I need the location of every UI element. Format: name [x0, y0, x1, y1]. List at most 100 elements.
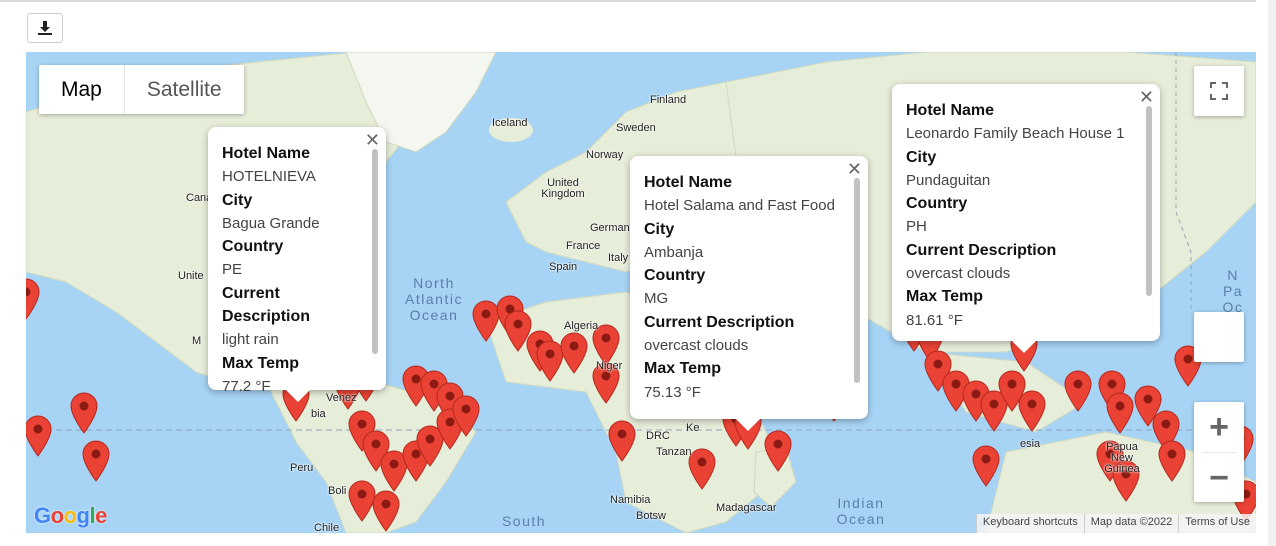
label-germany: German: [590, 222, 630, 234]
info-window-3: ✕ Hotel Name Leonardo Family Beach House…: [892, 84, 1160, 353]
label-namibia: Namibia: [610, 494, 651, 506]
label-algeria: Algeria: [564, 320, 599, 332]
hotel-name-label: Hotel Name: [222, 145, 311, 162]
hotel-name-value: Leonardo Family Beach House 1: [906, 125, 1125, 143]
ocean-pacific: N Pa Oc: [1222, 267, 1244, 315]
description-label: Current Description: [644, 313, 795, 331]
label-colombia: bia: [311, 408, 326, 420]
label-niger: Niger: [596, 360, 623, 372]
fullscreen-button[interactable]: [1194, 66, 1244, 116]
country-value: MG: [644, 290, 669, 308]
max-temp-label: Max Temp: [644, 360, 722, 378]
max-temp-value: 75.13 °F: [644, 383, 701, 401]
map-marker-pin[interactable]: [26, 415, 52, 457]
label-mexico: M: [192, 335, 202, 347]
label-botswana: Botsw: [636, 510, 666, 522]
popup-scrollbar[interactable]: [1146, 106, 1152, 296]
map-marker-pin[interactable]: [608, 420, 636, 462]
label-finland: Finland: [650, 94, 687, 106]
city-value: Ambanja: [644, 243, 704, 261]
terms-of-use-link[interactable]: Terms of Use: [1178, 514, 1256, 533]
city-value: Bagua Grande: [222, 214, 320, 232]
download-button[interactable]: [27, 13, 63, 43]
popup-tail: [286, 390, 310, 402]
country-label: Country: [644, 267, 706, 285]
country-label: Country: [906, 195, 968, 213]
map-marker-pin[interactable]: [348, 480, 376, 522]
map-marker-pin[interactable]: [372, 490, 400, 532]
label-uk: United Kingdom: [541, 177, 585, 200]
google-logo[interactable]: Google: [34, 503, 107, 529]
map-canvas[interactable]: Finland Iceland Sweden Norway United Kin…: [26, 52, 1256, 533]
label-bolivia: Boli: [328, 485, 347, 497]
city-value: Pundaguitan: [906, 171, 991, 189]
map-type-satellite-button[interactable]: Satellite: [125, 65, 244, 114]
map-marker-pin[interactable]: [82, 440, 110, 482]
description-value: overcast clouds: [644, 337, 749, 355]
label-peru: Peru: [290, 462, 314, 474]
keyboard-shortcuts-link[interactable]: Keyboard shortcuts: [975, 514, 1084, 533]
label-indonesia: esia: [1020, 438, 1041, 450]
max-temp-label: Max Temp: [906, 288, 984, 306]
fullscreen-icon: [1210, 82, 1228, 100]
ocean-south-atlantic: South: [501, 513, 547, 529]
popup-tail: [1012, 341, 1036, 353]
map-marker-pin[interactable]: [70, 392, 98, 434]
hotel-name-label: Hotel Name: [644, 174, 733, 191]
max-temp-label: Max Temp: [222, 354, 300, 372]
city-label: City: [906, 148, 937, 166]
ocean-indian: Indian Ocean: [836, 495, 886, 527]
info-window-2: ✕ Hotel Name Hotel Salama and Fast Food …: [630, 156, 868, 431]
popup-tail: [736, 419, 760, 431]
description-label: Current Description: [906, 241, 1057, 259]
zoom-in-button[interactable]: +: [1194, 402, 1244, 452]
description-value: overcast clouds: [906, 265, 1011, 283]
label-norway: Norway: [586, 149, 624, 161]
map-marker-pin[interactable]: [1064, 370, 1092, 412]
city-label: City: [222, 191, 253, 209]
map-marker-pin[interactable]: [1018, 390, 1046, 432]
zoom-out-button[interactable]: −: [1194, 453, 1244, 503]
label-kenya: Ke: [686, 422, 700, 434]
label-us: Unite: [178, 270, 204, 282]
max-temp-value: 81.61 °F: [906, 311, 963, 329]
map-marker-pin[interactable]: [1106, 392, 1134, 434]
ocean-north-atlantic: North Atlantic Ocean: [405, 275, 463, 323]
popup-scrollbar[interactable]: [854, 178, 860, 383]
hotel-name-label: Hotel Name: [906, 102, 995, 119]
label-tanzania: Tanzan: [656, 446, 692, 458]
label-italy: Italy: [608, 252, 629, 264]
info-window-1: ✕ Hotel Name HOTELNIEVA City Bagua Grand…: [208, 127, 386, 402]
zoom-control: + −: [1194, 402, 1244, 502]
map-type-map-button[interactable]: Map: [39, 65, 125, 114]
download-icon: [38, 21, 52, 35]
label-sweden: Sweden: [616, 122, 656, 134]
description-value: light rain: [222, 331, 279, 349]
map-attribution: Keyboard shortcuts Map data ©2022 Terms …: [975, 514, 1256, 533]
top-divider: [0, 0, 1256, 2]
description-label: Current Description: [222, 284, 311, 326]
city-label: City: [644, 220, 675, 238]
label-madagascar: Madagascar: [716, 502, 777, 514]
label-spain: Spain: [549, 261, 578, 273]
label-drc: DRC: [646, 430, 670, 442]
map-type-control: Map Satellite: [39, 65, 244, 114]
hotel-name-value: HOTELNIEVA: [222, 168, 316, 186]
country-value: PH: [906, 218, 927, 236]
map-marker-pin[interactable]: [452, 395, 480, 437]
label-papua: Papua New Guinea: [1104, 441, 1140, 475]
page-scrollbar[interactable]: [1268, 0, 1276, 546]
map-data-text: Map data ©2022: [1083, 514, 1179, 533]
map-marker-pin[interactable]: [560, 332, 588, 374]
label-france: France: [566, 240, 601, 252]
hotel-name-value: Hotel Salama and Fast Food: [644, 197, 835, 215]
map-marker-pin[interactable]: [972, 445, 1000, 487]
label-iceland: Iceland: [492, 117, 528, 129]
popup-scrollbar[interactable]: [372, 149, 378, 354]
map-marker-pin[interactable]: [688, 448, 716, 490]
map-marker-pin[interactable]: [764, 430, 792, 472]
map-marker-pin[interactable]: [1158, 440, 1186, 482]
map-marker-pin[interactable]: [26, 278, 40, 320]
street-view-button[interactable]: [1194, 312, 1244, 362]
country-label: Country: [222, 238, 284, 256]
